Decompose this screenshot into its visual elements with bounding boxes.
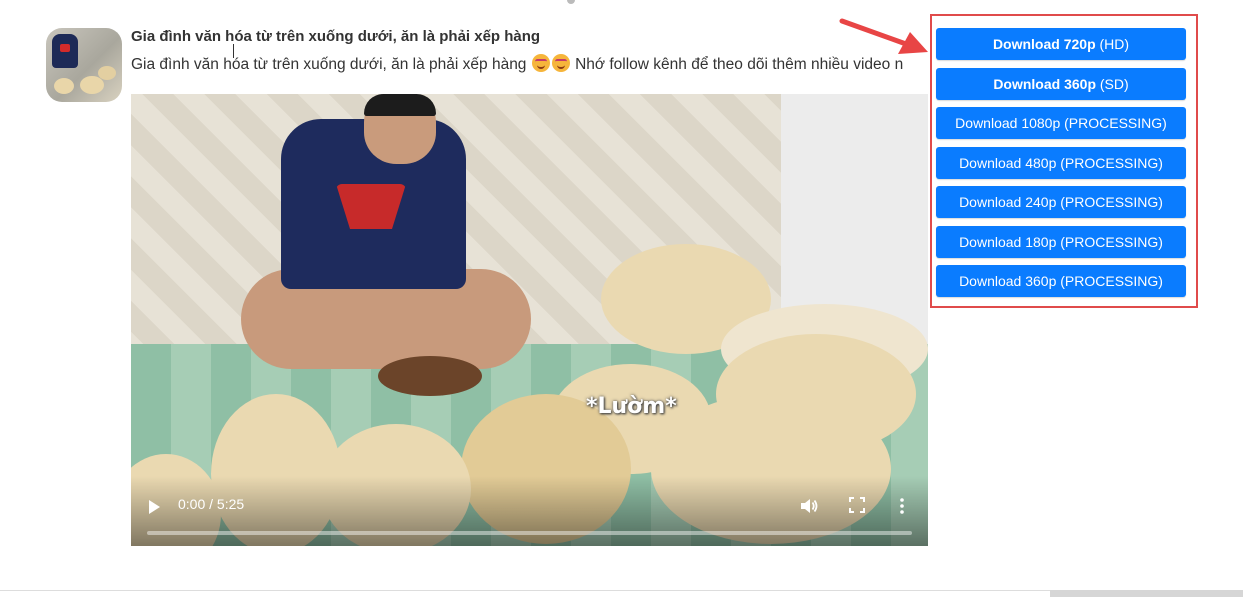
red-arrow-icon [839,18,928,54]
top-indicator [567,0,575,4]
avatar-puppy [80,76,104,94]
description-text: Gia đình văn hóa từ trên xuống dưới, ăn … [131,56,527,73]
download-button-label: Download 480p (PROCESSING) [959,154,1163,171]
page: Gia đình văn hóa từ trên xuống dưới, ăn … [0,0,1243,597]
download-button-label: (HD) [1095,36,1130,52]
emoji-icon [551,54,570,72]
channel-avatar[interactable] [46,28,122,102]
download-button-label-bold: Download 360p [993,75,1096,92]
emoji-icon [531,54,550,72]
download-360p-sd-button[interactable]: Download 360p (SD) [936,67,1186,100]
video-progress-bar[interactable] [147,531,912,535]
download-240p-processing-button[interactable]: Download 240p (PROCESSING) [936,186,1186,218]
avatar-logo [60,44,70,52]
description-suffix: Nhớ follow kênh để theo dõi thêm nhiều v… [575,56,904,73]
video-frame-man-hair [364,94,436,116]
avatar-puppy [98,66,116,80]
avatar-puppy [54,78,74,94]
video-time-display: 0:00 / 5:25 [178,496,245,512]
video-frame-food-board [378,356,482,396]
download-1080p-processing-button[interactable]: Download 1080p (PROCESSING) [936,107,1186,139]
download-button-label: Download 1080p (PROCESSING) [955,115,1167,131]
horizontal-scrollbar[interactable] [1050,590,1243,597]
fullscreen-icon[interactable] [848,496,866,514]
video-player[interactable]: *Lườm* 0:00 / 5:25 [131,94,928,546]
download-480p-processing-button[interactable]: Download 480p (PROCESSING) [936,146,1186,179]
video-controls-bar: 0:00 / 5:25 [131,476,928,546]
download-720p-hd-button[interactable]: Download 720p (HD) [936,28,1186,60]
download-button-list: Download 720p (HD) Download 360p (SD) Do… [936,28,1186,305]
play-icon[interactable] [149,500,160,514]
more-options-icon[interactable] [897,496,907,516]
video-description: Gia đình văn hóa từ trên xuống dưới, ăn … [131,54,928,74]
video-overlay-caption: *Lườm* [586,394,677,419]
download-button-label: (SD) [1096,75,1129,92]
volume-icon[interactable] [799,496,819,516]
download-button-label: Download 180p (PROCESSING) [959,233,1163,250]
download-button-label: Download 240p (PROCESSING) [959,194,1163,210]
download-button-label: Download 360p (PROCESSING) [959,273,1163,289]
download-180p-processing-button[interactable]: Download 180p (PROCESSING) [936,225,1186,258]
download-button-label-bold: Download 720p [992,36,1096,52]
video-title: Gia đình văn hóa từ trên xuống dưới, ăn … [131,28,541,45]
download-360p-processing-button[interactable]: Download 360p (PROCESSING) [936,265,1186,297]
